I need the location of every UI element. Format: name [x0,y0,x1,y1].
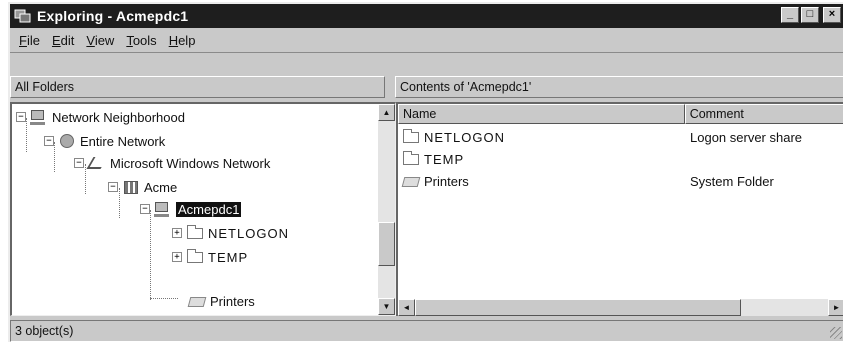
tree-item[interactable]: + NETLOGON [172,222,289,244]
explorer-window: Exploring - Acmepdc1 _ □ × File Edit Vie… [8,2,843,342]
item-name: Printers [424,173,469,189]
tree-item-label: Acmepdc1 [176,201,242,217]
folder-icon [186,249,204,265]
tree-item-label: Microsoft Windows Network [110,155,271,171]
tree-item-label: Acme [144,179,178,195]
scroll-right-button[interactable]: ► [828,299,843,316]
list-item[interactable]: NETLOGON Logon server share [398,126,843,148]
explorer-app-icon [14,8,32,24]
scroll-thumb[interactable] [378,222,395,266]
item-name: TEMP [424,151,465,167]
tree-item[interactable]: − Acme [108,176,177,198]
tree-item[interactable]: − Network Neighborhood [16,106,185,128]
scroll-thumb[interactable] [415,299,741,316]
scroll-down-button[interactable]: ▼ [378,298,395,315]
tree-item-selected[interactable]: − Acmepdc1 [140,198,242,220]
minimize-button[interactable]: _ [781,7,799,23]
tree-item-label: Printers [210,293,255,309]
collapse-icon[interactable]: − [44,136,54,146]
item-comment: Logon server share [690,129,803,145]
printer-icon [401,173,421,189]
collapse-icon[interactable]: − [74,158,84,168]
computer-icon [154,201,172,217]
expand-icon[interactable]: + [172,228,182,238]
list-item[interactable]: Printers System Folder [398,170,843,192]
tree-item[interactable]: − Microsoft Windows Network [74,152,270,174]
column-header-name[interactable]: Name [398,104,685,124]
domain-icon [122,179,140,195]
tree-vertical-scrollbar[interactable]: ▲ ▼ [378,104,395,315]
menu-file[interactable]: File [13,33,46,48]
folder-icon [402,151,420,167]
contents-horizontal-scrollbar[interactable]: ◄ ► [398,299,843,316]
scroll-up-button[interactable]: ▲ [378,104,395,121]
expand-icon[interactable]: + [172,252,182,262]
close-button[interactable]: × [823,7,841,23]
folder-tree[interactable]: − Network Neighborhood − Entire Network … [10,102,396,316]
scroll-left-button[interactable]: ◄ [398,299,415,316]
item-comment: System Folder [690,173,774,189]
resize-grip-icon[interactable] [830,327,842,339]
collapse-icon[interactable]: − [140,204,150,214]
globe-icon [58,133,76,149]
window-title: Exploring - Acmepdc1 [37,8,189,24]
menu-edit[interactable]: Edit [46,33,80,48]
tree-item[interactable]: + TEMP [172,246,248,268]
tree-item-label: Network Neighborhood [52,109,185,125]
contents-list[interactable]: Name Comment NETLOGON Logon server share… [396,102,843,316]
menu-view[interactable]: View [80,33,120,48]
collapse-icon[interactable]: − [108,182,118,192]
status-bar: 3 object(s) [10,320,843,342]
folder-icon [186,225,204,241]
network-icon [86,155,108,171]
collapse-icon[interactable]: − [16,112,26,122]
maximize-button[interactable]: □ [801,7,819,23]
menu-bar: File Edit View Tools Help [10,29,843,53]
list-item[interactable]: TEMP [398,148,843,170]
tree-item-label: TEMP [208,249,249,265]
folder-icon [402,129,420,145]
tree-item-label: NETLOGON [208,225,289,241]
menu-tools[interactable]: Tools [120,33,162,48]
all-folders-header: All Folders [10,76,385,98]
title-bar[interactable]: Exploring - Acmepdc1 _ □ × [10,4,843,28]
tree-item[interactable]: Printers [187,290,255,312]
tree-item[interactable]: − Entire Network [44,130,165,152]
menu-help[interactable]: Help [163,33,202,48]
item-name: NETLOGON [424,129,505,145]
contents-header: Contents of 'Acmepdc1' [395,76,843,98]
tree-item-label: Entire Network [80,133,166,149]
status-text: 3 object(s) [15,324,74,338]
printer-icon [187,293,207,309]
column-header-comment[interactable]: Comment [684,104,843,124]
network-neighborhood-icon [30,109,48,125]
